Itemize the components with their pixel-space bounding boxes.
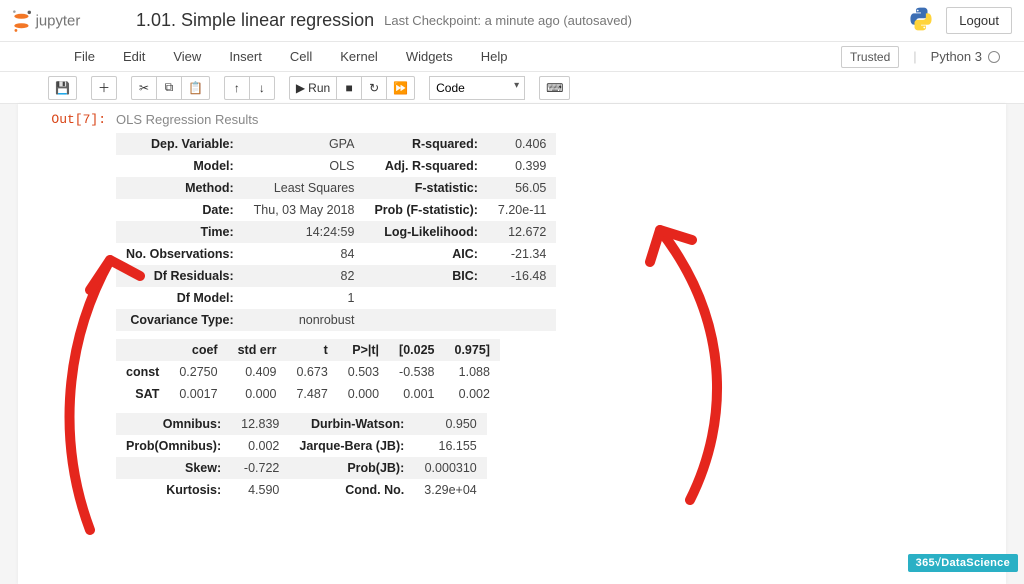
run-icon: ▶ <box>296 81 305 95</box>
table-row: Df Residuals:82BIC:-16.48 <box>116 265 556 287</box>
table-row: Dep. Variable:GPAR-squared:0.406 <box>116 133 556 155</box>
notebook-title[interactable]: 1.01. Simple linear regression <box>136 10 374 31</box>
table-row: Date:Thu, 03 May 2018Prob (F-statistic):… <box>116 199 556 221</box>
notebook-header: jupyter 1.01. Simple linear regression L… <box>0 0 1024 42</box>
restart-icon: ↻ <box>369 81 379 95</box>
paste-button[interactable]: 📋 <box>181 76 210 100</box>
arrow-down-icon: ↓ <box>259 81 265 95</box>
table-row: Df Model:1 <box>116 287 556 309</box>
table-row: SAT0.00170.0007.4870.0000.0010.002 <box>116 383 500 405</box>
table-row: Method:Least SquaresF-statistic:56.05 <box>116 177 556 199</box>
fast-forward-icon: ⏩ <box>393 81 408 95</box>
plus-icon: ＋ <box>98 79 110 96</box>
table-row: Prob(Omnibus):0.002Jarque-Bera (JB):16.1… <box>116 435 487 457</box>
datascience-badge: 365√DataScience <box>908 554 1018 572</box>
table-row: Time:14:24:59Log-Likelihood:12.672 <box>116 221 556 243</box>
table-row: Covariance Type:nonrobust <box>116 309 556 331</box>
restart-run-all-button[interactable]: ⏩ <box>386 76 415 100</box>
kernel-name[interactable]: Python 3 <box>931 49 1000 64</box>
menubar: File Edit View Insert Cell Kernel Widget… <box>0 42 1024 72</box>
menu-kernel[interactable]: Kernel <box>326 43 392 70</box>
move-up-button[interactable]: ↑ <box>224 76 250 100</box>
table-row: Skew:-0.722Prob(JB):0.000310 <box>116 457 487 479</box>
copy-button[interactable]: ⧉ <box>156 76 182 100</box>
menu-file[interactable]: File <box>60 43 109 70</box>
insert-cell-below-button[interactable]: ＋ <box>91 76 117 100</box>
ols-coef-table: coefstd errtP>|t|[0.0250.975]const0.2750… <box>116 339 500 405</box>
kernel-label: Python 3 <box>931 49 982 64</box>
arrow-up-icon: ↑ <box>234 81 240 95</box>
notebook-area: Out[7]: OLS Regression Results Dep. Vari… <box>18 104 1006 584</box>
menu-view[interactable]: View <box>159 43 215 70</box>
interrupt-button[interactable]: ■ <box>336 76 362 100</box>
ols-diagnostics-table: Omnibus:12.839Durbin-Watson:0.950Prob(Om… <box>116 413 487 501</box>
checkpoint-status: Last Checkpoint: a minute ago (autosaved… <box>384 13 632 28</box>
ols-summary-table-1: Dep. Variable:GPAR-squared:0.406Model:OL… <box>116 133 556 331</box>
paste-icon: 📋 <box>188 81 203 95</box>
command-palette-button[interactable]: ⌨ <box>539 76 570 100</box>
kernel-idle-icon <box>988 51 1000 63</box>
keyboard-icon: ⌨ <box>546 81 563 95</box>
menu-edit[interactable]: Edit <box>109 43 159 70</box>
save-button[interactable]: 💾 <box>48 76 77 100</box>
restart-button[interactable]: ↻ <box>361 76 387 100</box>
toolbar: 💾 ＋ ✂ ⧉ 📋 ↑ ↓ ▶Run ■ ↻ ⏩ Code ⌨ <box>0 72 1024 104</box>
svg-text:jupyter: jupyter <box>35 12 81 29</box>
menu-insert[interactable]: Insert <box>215 43 276 70</box>
logout-button[interactable]: Logout <box>946 7 1012 34</box>
menu-widgets[interactable]: Widgets <box>392 43 467 70</box>
python-icon <box>908 6 934 35</box>
cell-output: OLS Regression Results Dep. Variable:GPA… <box>116 112 998 509</box>
output-prompt: Out[7]: <box>26 112 116 509</box>
table-row: coefstd errtP>|t|[0.0250.975] <box>116 339 500 361</box>
menu-cell[interactable]: Cell <box>276 43 326 70</box>
menu-help[interactable]: Help <box>467 43 522 70</box>
run-button[interactable]: ▶Run <box>289 76 337 100</box>
cell-type-select[interactable]: Code <box>429 76 525 100</box>
output-cell: Out[7]: OLS Regression Results Dep. Vari… <box>18 108 1006 513</box>
table-row: No. Observations:84AIC:-21.34 <box>116 243 556 265</box>
table-row: Model:OLSAdj. R-squared:0.399 <box>116 155 556 177</box>
copy-icon: ⧉ <box>165 80 174 95</box>
stop-icon: ■ <box>346 81 353 95</box>
cut-button[interactable]: ✂ <box>131 76 157 100</box>
scissors-icon: ✂ <box>139 81 149 95</box>
run-label: Run <box>308 81 330 95</box>
move-down-button[interactable]: ↓ <box>249 76 275 100</box>
ols-title: OLS Regression Results <box>116 112 998 127</box>
table-row: const0.27500.4090.6730.503-0.5381.088 <box>116 361 500 383</box>
trusted-indicator[interactable]: Trusted <box>841 46 899 68</box>
table-row: Omnibus:12.839Durbin-Watson:0.950 <box>116 413 487 435</box>
save-icon: 💾 <box>55 81 70 95</box>
table-row: Kurtosis:4.590Cond. No.3.29e+04 <box>116 479 487 501</box>
jupyter-logo[interactable]: jupyter <box>12 7 122 35</box>
